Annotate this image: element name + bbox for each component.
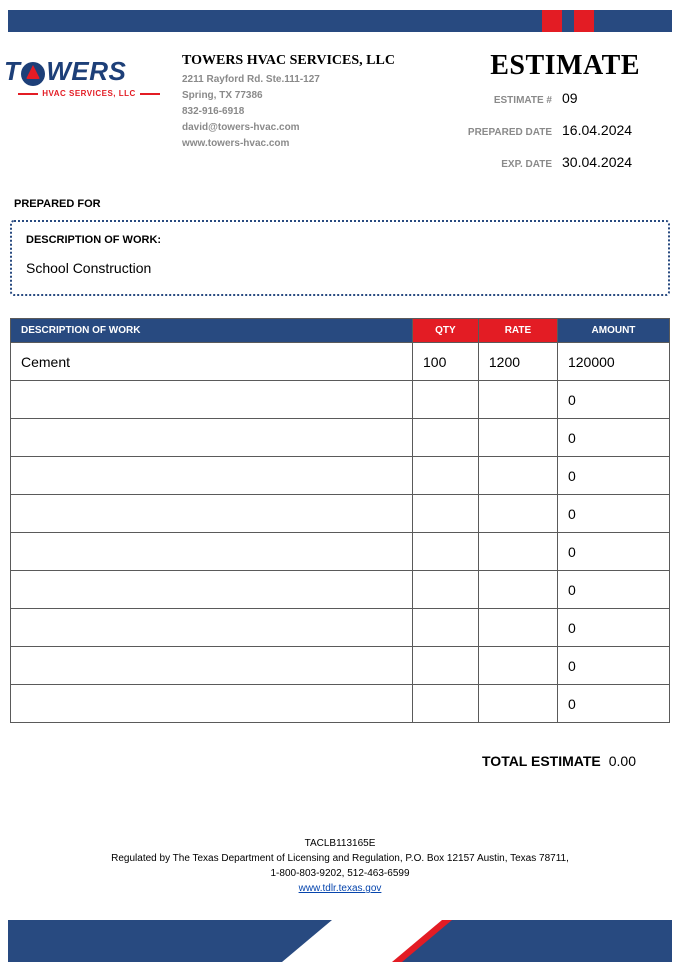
prepared-date: 16.04.2024 [562,122,640,138]
cell-desc [11,495,413,533]
cell-rate [478,457,557,495]
estimate-number: 09 [562,90,640,106]
banner-red-accent [574,10,594,32]
logo: T WERS HVAC SERVICES, LLC [4,50,174,170]
estimate-title: ESTIMATE [468,50,640,82]
company-name: TOWERS HVAC SERVICES, LLC [182,50,468,72]
cell-rate [478,495,557,533]
line-items-table: DESCRIPTION OF WORK QTY RATE AMOUNT Ceme… [10,318,670,723]
cell-amount: 0 [557,419,669,457]
table-row: 0 [11,419,670,457]
cell-rate [478,685,557,723]
footer-link[interactable]: www.tdlr.texas.gov [299,883,382,894]
company-website: www.towers-hvac.com [182,136,468,152]
logo-word-left: T [4,56,20,87]
cell-rate: 1200 [478,343,557,381]
footer: TACLB113165E Regulated by The Texas Depa… [0,836,680,896]
prepared-for-label: PREPARED FOR [14,198,680,210]
total-value: 0.00 [609,753,636,769]
table-row: 0 [11,381,670,419]
cell-rate [478,609,557,647]
company-email: david@towers-hvac.com [182,120,468,136]
cell-amount: 0 [557,647,669,685]
col-description: DESCRIPTION OF WORK [11,319,413,343]
cell-amount: 0 [557,495,669,533]
cell-amount: 120000 [557,343,669,381]
table-row: 0 [11,647,670,685]
cell-rate [478,381,557,419]
table-row: 0 [11,609,670,647]
cell-qty [413,495,479,533]
cell-rate [478,647,557,685]
cell-qty [413,533,479,571]
cell-desc [11,685,413,723]
table-row: 0 [11,685,670,723]
top-banner [8,10,672,32]
table-row: Cement1001200120000 [11,343,670,381]
cell-qty: 100 [413,343,479,381]
logo-word-right: WERS [46,56,126,87]
cell-qty [413,457,479,495]
bottom-banner-shape [272,920,672,962]
cell-rate [478,419,557,457]
exp-date: 30.04.2024 [562,154,640,170]
description-label: DESCRIPTION OF WORK: [26,234,654,246]
cell-qty [413,419,479,457]
company-address-1: 2211 Rayford Rd. Ste.111-127 [182,72,468,88]
total-label: TOTAL ESTIMATE [482,753,601,769]
estimate-number-label: ESTIMATE # [494,95,552,106]
cell-desc: Cement [11,343,413,381]
table-row: 0 [11,571,670,609]
cell-desc [11,647,413,685]
banner-red-accent [542,10,562,32]
company-address-2: Spring, TX 77386 [182,88,468,104]
cell-rate [478,571,557,609]
description-of-work-box: DESCRIPTION OF WORK: School Construction [10,220,670,296]
logo-flame-icon [21,62,45,86]
cell-desc [11,457,413,495]
logo-rule-right [140,93,160,95]
logo-rule-left [18,93,38,95]
bottom-banner [8,920,672,962]
cell-rate [478,533,557,571]
cell-amount: 0 [557,533,669,571]
cell-amount: 0 [557,609,669,647]
table-row: 0 [11,533,670,571]
cell-desc [11,419,413,457]
cell-desc [11,533,413,571]
cell-amount: 0 [557,685,669,723]
description-value: School Construction [26,260,654,276]
footer-license: TACLB113165E [0,836,680,851]
cell-amount: 0 [557,571,669,609]
cell-amount: 0 [557,457,669,495]
footer-reg-2: 1-800-803-9202, 512-463-6599 [0,866,680,881]
cell-qty [413,685,479,723]
logo-subtitle: HVAC SERVICES, LLC [38,89,140,98]
company-phone: 832-916-6918 [182,104,468,120]
company-info: TOWERS HVAC SERVICES, LLC 2211 Rayford R… [174,50,468,170]
cell-qty [413,609,479,647]
cell-qty [413,571,479,609]
cell-qty [413,647,479,685]
cell-amount: 0 [557,381,669,419]
exp-date-label: EXP. DATE [501,159,552,170]
total-estimate: TOTAL ESTIMATE 0.00 [0,753,636,769]
cell-desc [11,609,413,647]
estimate-meta: ESTIMATE ESTIMATE # 09 PREPARED DATE 16.… [468,50,676,170]
table-row: 0 [11,457,670,495]
col-rate: RATE [478,319,557,343]
col-qty: QTY [413,319,479,343]
col-amount: AMOUNT [557,319,669,343]
prepared-date-label: PREPARED DATE [468,127,552,138]
header: T WERS HVAC SERVICES, LLC TOWERS HVAC SE… [0,32,680,170]
cell-desc [11,381,413,419]
table-row: 0 [11,495,670,533]
cell-desc [11,571,413,609]
cell-qty [413,381,479,419]
footer-reg-1: Regulated by The Texas Department of Lic… [0,851,680,866]
